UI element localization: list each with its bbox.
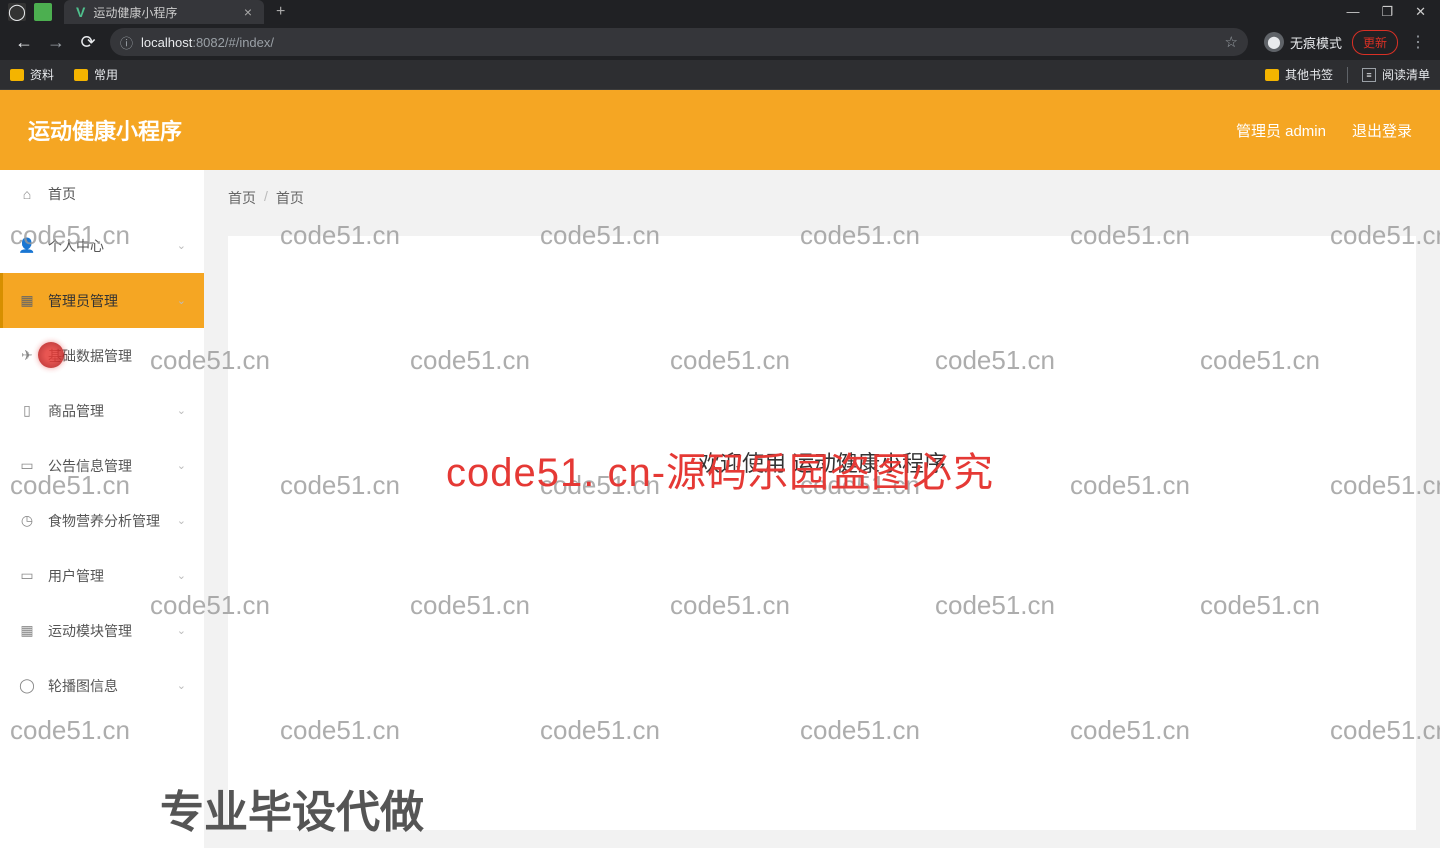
reading-list[interactable]: ≡ 阅读清单 (1362, 66, 1430, 83)
sidebar-item-notice[interactable]: ▭ 公告信息管理 ⌄ (0, 438, 204, 493)
analysis-icon: ◷ (18, 512, 36, 529)
reload-button[interactable]: ⟳ (72, 32, 104, 53)
chevron-down-icon: ⌄ (177, 294, 186, 307)
bookmark-label: 资料 (30, 66, 54, 83)
incognito-label: 无痕模式 (1290, 33, 1342, 52)
url-host: localhost (141, 35, 192, 50)
goods-icon: ▯ (18, 402, 36, 419)
window-controls: — ❐ ✕ (1332, 4, 1440, 20)
chevron-down-icon: ⌄ (177, 404, 186, 417)
sidebar-item-label: 首页 (48, 184, 76, 204)
incognito-icon: ⬤ (1264, 32, 1284, 52)
user-icon: 👤 (18, 237, 36, 254)
breadcrumb-sep: / (264, 188, 268, 208)
chevron-down-icon: ⌄ (177, 239, 186, 252)
sidebar-item-label: 轮播图信息 (48, 676, 118, 696)
star-icon[interactable]: ☆ (1225, 33, 1238, 51)
bookmark-label: 阅读清单 (1382, 66, 1430, 83)
grid-icon: ▦ (18, 292, 36, 309)
tab-extra-1[interactable]: ◯ (8, 3, 26, 21)
sidebar-item-admin[interactable]: ▦ 管理员管理 ⌄ (0, 273, 204, 328)
main-panel: 欢迎使用 运动健康小程序 (228, 236, 1416, 830)
chevron-down-icon: ⌄ (177, 459, 186, 472)
bookmark-item-1[interactable]: 资料 (10, 66, 54, 83)
chevron-down-icon: ⌄ (177, 514, 186, 527)
list-icon: ≡ (1362, 68, 1376, 82)
folder-icon (74, 69, 88, 81)
sidebar-item-label: 管理员管理 (48, 291, 118, 311)
user-label[interactable]: 管理员 admin (1236, 120, 1326, 141)
cursor-indicator (38, 342, 64, 368)
breadcrumb-part[interactable]: 首页 (228, 188, 256, 208)
vue-icon: V (76, 4, 85, 20)
app-header: 运动健康小程序 管理员 admin 退出登录 (0, 90, 1440, 170)
app-body: ⌂ 首页 👤 个人中心 ⌄ ▦ 管理员管理 ⌄ ✈ 基础数据管理 ⌄ ▯ 商品管… (0, 170, 1440, 848)
app-title: 运动健康小程序 (28, 114, 182, 146)
sidebar-item-label: 食物营养分析管理 (48, 511, 160, 531)
sidebar-item-home[interactable]: ⌂ 首页 (0, 170, 204, 218)
sidebar-item-label: 个人中心 (48, 236, 104, 256)
back-button[interactable]: ← (8, 32, 40, 53)
sidebar-item-label: 用户管理 (48, 566, 104, 586)
incognito-indicator: ⬤ 无痕模式 (1264, 32, 1342, 52)
address-row: ← → ⟳ ⓘ localhost :8082/#/index/ ☆ ⬤ 无痕模… (0, 24, 1440, 60)
chevron-down-icon: ⌄ (177, 569, 186, 582)
sidebar-item-goods[interactable]: ▯ 商品管理 ⌄ (0, 383, 204, 438)
divider (1347, 67, 1348, 83)
tab-title: 运动健康小程序 (93, 4, 177, 21)
menu-icon[interactable]: ⋮ (1410, 32, 1426, 52)
sidebar-item-label: 运动模块管理 (48, 621, 132, 641)
chevron-down-icon: ⌄ (177, 624, 186, 637)
users-icon: ▭ (18, 567, 36, 584)
bookmark-label: 其他书签 (1285, 66, 1333, 83)
close-window-icon[interactable]: ✕ (1415, 4, 1426, 20)
browser-tab[interactable]: V 运动健康小程序 × (64, 0, 264, 24)
logout-link[interactable]: 退出登录 (1352, 120, 1412, 141)
module-icon: ▦ (18, 622, 36, 639)
notice-icon: ▭ (18, 457, 36, 474)
minimize-icon[interactable]: — (1346, 4, 1359, 20)
bookmark-label: 常用 (94, 66, 118, 83)
breadcrumb-part: 首页 (276, 188, 304, 208)
folder-icon (1265, 69, 1279, 81)
tab-extra-2[interactable] (34, 3, 52, 21)
app: 运动健康小程序 管理员 admin 退出登录 ⌂ 首页 👤 个人中心 ⌄ ▦ 管… (0, 90, 1440, 848)
sidebar-item-label: 商品管理 (48, 401, 104, 421)
close-icon[interactable]: × (244, 4, 252, 20)
tab-bar: ◯ V 运动健康小程序 × + — ❐ ✕ (0, 0, 1440, 24)
sidebar-item-label: 公告信息管理 (48, 456, 132, 476)
sidebar-item-user[interactable]: ▭ 用户管理 ⌄ (0, 548, 204, 603)
sidebar: ⌂ 首页 👤 个人中心 ⌄ ▦ 管理员管理 ⌄ ✈ 基础数据管理 ⌄ ▯ 商品管… (0, 170, 204, 848)
mic-icon: ◯ (18, 677, 36, 694)
bookmark-item-2[interactable]: 常用 (74, 66, 118, 83)
center-watermark: code51. cn-源码乐园盗图必究 (446, 440, 994, 498)
send-icon: ✈ (18, 347, 36, 364)
chevron-down-icon: ⌄ (177, 349, 186, 362)
url-path: :8082/#/index/ (192, 35, 274, 50)
browser-chrome: ◯ V 运动健康小程序 × + — ❐ ✕ ← → ⟳ ⓘ localhost … (0, 0, 1440, 90)
breadcrumb: 首页 / 首页 (228, 188, 1416, 208)
bottom-watermark: 专业毕设代做 (160, 776, 424, 840)
sidebar-item-personal[interactable]: 👤 个人中心 ⌄ (0, 218, 204, 273)
home-icon: ⌂ (18, 186, 36, 202)
content: 首页 / 首页 欢迎使用 运动健康小程序 (204, 170, 1440, 848)
address-bar[interactable]: ⓘ localhost :8082/#/index/ ☆ (110, 28, 1248, 56)
site-info-icon[interactable]: ⓘ (120, 33, 133, 52)
forward-button[interactable]: → (40, 32, 72, 53)
sidebar-item-sport[interactable]: ▦ 运动模块管理 ⌄ (0, 603, 204, 658)
folder-icon (10, 69, 24, 81)
chevron-down-icon: ⌄ (177, 679, 186, 692)
maximize-icon[interactable]: ❐ (1381, 4, 1393, 20)
sidebar-item-food[interactable]: ◷ 食物营养分析管理 ⌄ (0, 493, 204, 548)
sidebar-item-carousel[interactable]: ◯ 轮播图信息 ⌄ (0, 658, 204, 713)
sidebar-item-basedata[interactable]: ✈ 基础数据管理 ⌄ (0, 328, 204, 383)
new-tab-button[interactable]: + (276, 3, 285, 21)
other-bookmarks[interactable]: 其他书签 (1265, 66, 1333, 83)
update-button[interactable]: 更新 (1352, 30, 1398, 55)
bookmark-bar: 资料 常用 其他书签 ≡ 阅读清单 (0, 60, 1440, 90)
